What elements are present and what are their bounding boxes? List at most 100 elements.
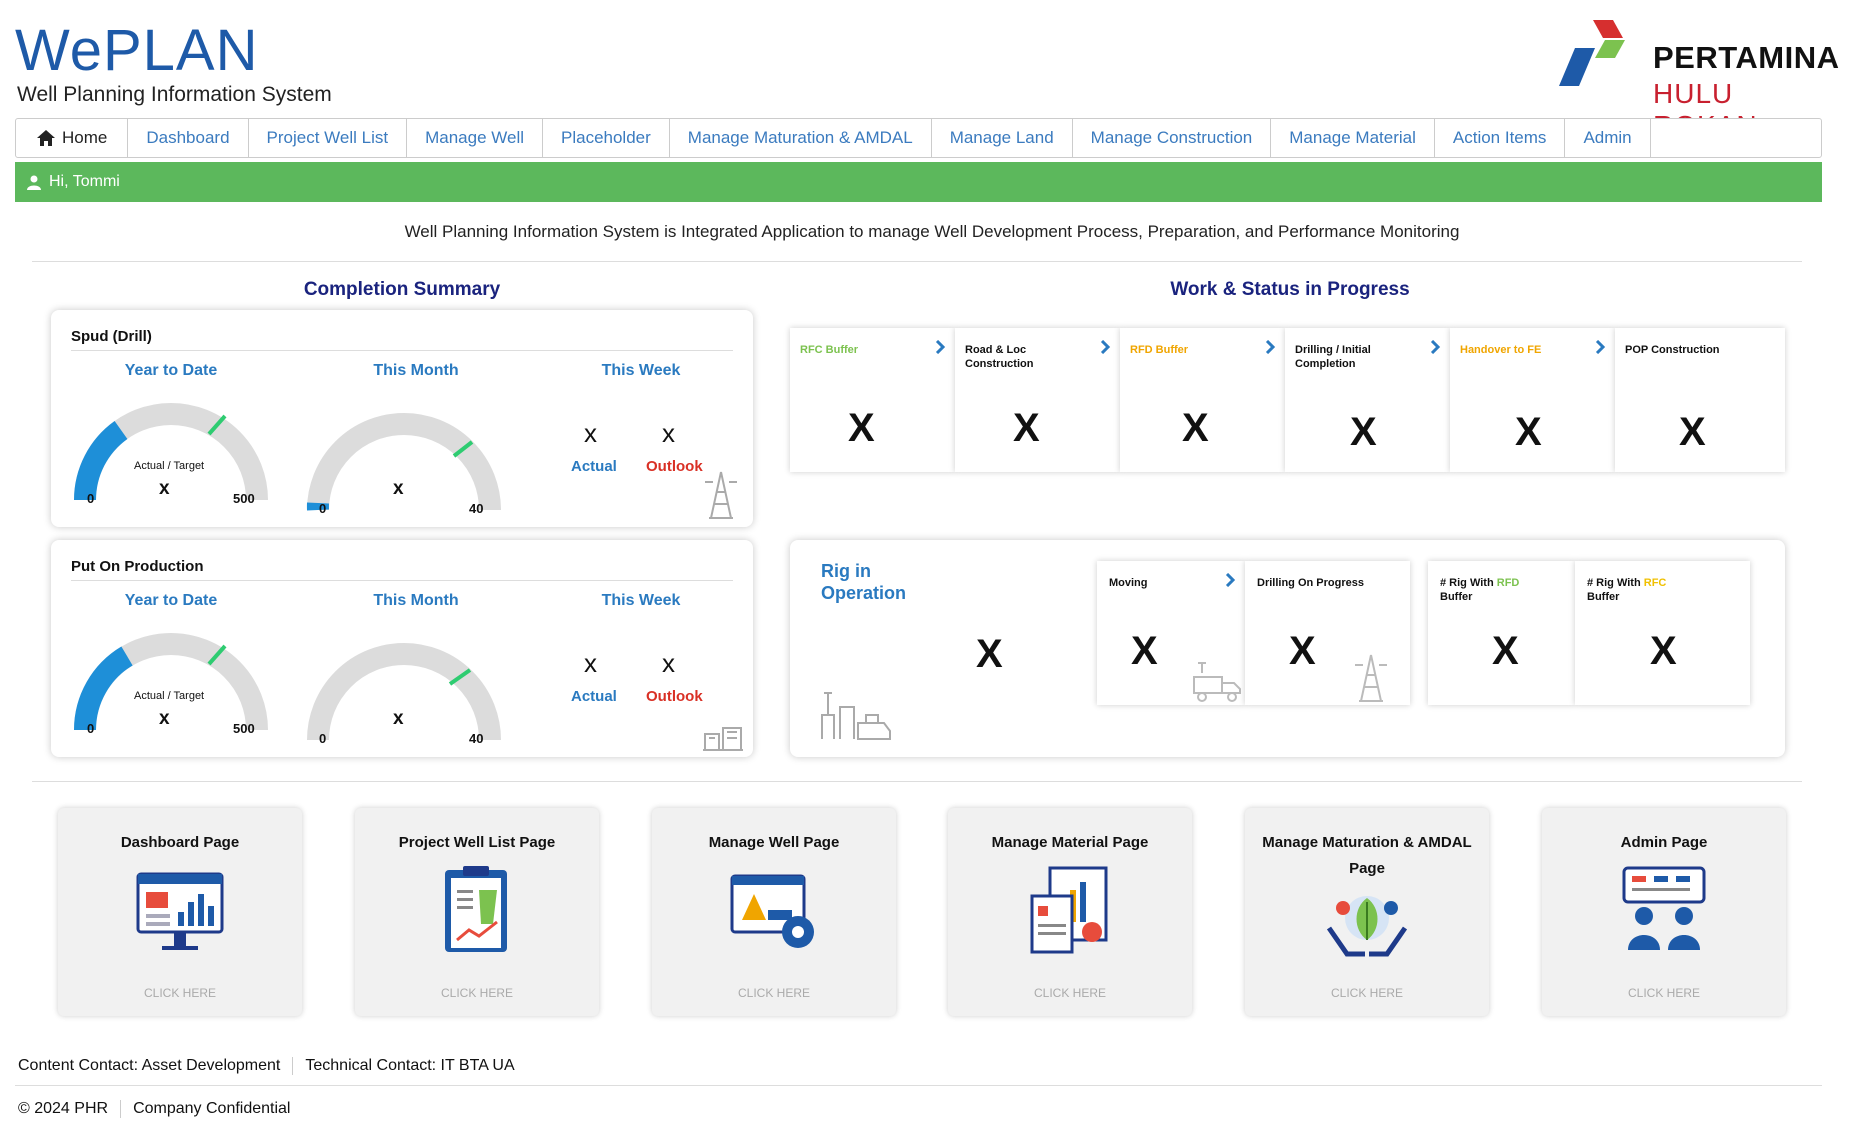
app-title: WePLAN xyxy=(15,18,259,83)
pop-month-label: This Month xyxy=(373,592,459,609)
rig-rfd-suffix: Buffer xyxy=(1440,591,1473,604)
chevron-right-icon[interactable] xyxy=(933,340,947,354)
pop-ytd-value: x xyxy=(159,708,170,729)
app-subtitle: Well Planning Information System xyxy=(17,83,332,106)
tile-manage-well-page[interactable]: Manage Well Page CLICK HERE xyxy=(652,808,896,1016)
tile-cta[interactable]: CLICK HERE xyxy=(1245,986,1489,1000)
nav-dashboard[interactable]: Dashboard xyxy=(128,119,249,157)
nav-manage-construction[interactable]: Manage Construction xyxy=(1073,119,1272,157)
wip-card-handover-to-fe[interactable]: Handover to FE X xyxy=(1450,328,1615,472)
wip-card-label: RFC Buffer xyxy=(800,344,859,356)
chevron-right-icon[interactable] xyxy=(1593,340,1607,354)
pop-week-label: This Week xyxy=(601,592,681,609)
spud-week-outlook: x xyxy=(662,418,675,448)
chevron-right-icon[interactable] xyxy=(1263,340,1277,354)
rig-rfc-tag: RFC xyxy=(1643,577,1667,589)
nav-home-label: Home xyxy=(62,128,108,147)
pop-month-max: 40 xyxy=(469,731,484,746)
nav-action-items[interactable]: Action Items xyxy=(1435,119,1566,157)
spud-card: Spud (Drill) Year to Date This Month Thi… xyxy=(51,310,753,527)
wip-card-label: Road & Loc Construction xyxy=(965,344,1034,371)
spud-month-label: This Month xyxy=(373,362,459,379)
pertamina-logo-icon xyxy=(1559,20,1625,86)
tile-dashboard-page[interactable]: Dashboard Page CLICK HERE xyxy=(58,808,302,1016)
footer-technical-contact: Technical Contact: IT BTA UA xyxy=(292,1057,515,1075)
spud-ytd-max: 500 xyxy=(233,491,255,506)
divider xyxy=(32,781,1802,782)
wip-card-pop-construction[interactable]: POP Construction X xyxy=(1615,328,1785,472)
footer-confidential: Company Confidential xyxy=(120,1100,290,1118)
pop-card: Put On Production Year to Date This Mont… xyxy=(51,540,753,757)
tile-admin-page[interactable]: Admin Page CLICK HERE xyxy=(1542,808,1786,1016)
rig-truck-icon xyxy=(821,692,891,740)
rig-card-label: Moving xyxy=(1109,577,1148,589)
pop-week-outlook: x xyxy=(662,648,675,678)
nav-manage-maturation-amdal[interactable]: Manage Maturation & AMDAL xyxy=(670,119,932,157)
spud-week-label: This Week xyxy=(601,362,681,379)
pop-ytd-caption: Actual / Target xyxy=(134,690,205,702)
greeting-text: Hi, Tommi xyxy=(49,173,120,190)
rig-in-operation-value: X xyxy=(976,632,1003,676)
tile-cta[interactable]: CLICK HERE xyxy=(652,986,896,1000)
nav-placeholder[interactable]: Placeholder xyxy=(543,119,670,157)
pop-title: Put On Production xyxy=(71,558,204,575)
nav-project-well-list[interactable]: Project Well List xyxy=(249,119,408,157)
tile-project-well-list-page[interactable]: Project Well List Page CLICK HERE xyxy=(355,808,599,1016)
wip-card-label: Drilling / Initial Completion xyxy=(1295,344,1371,371)
nav-manage-material[interactable]: Manage Material xyxy=(1271,119,1435,157)
chevron-right-icon[interactable] xyxy=(1098,340,1112,354)
nav-admin[interactable]: Admin xyxy=(1565,119,1651,157)
rig-card-label: # Rig With RFC Buffer xyxy=(1587,576,1666,605)
spud-outlook-label: Outlook xyxy=(646,458,703,475)
chevron-right-icon[interactable] xyxy=(1223,573,1237,587)
footer-content-contact: Content Contact: Asset Development xyxy=(18,1057,281,1074)
chevron-right-icon[interactable] xyxy=(1428,340,1442,354)
rig-card-rfc-buffer[interactable]: # Rig With RFC Buffer X xyxy=(1575,561,1750,705)
rig-card-label: # Rig With RFD Buffer xyxy=(1440,576,1519,605)
rig-card-rfd-buffer[interactable]: # Rig With RFD Buffer X xyxy=(1428,561,1575,705)
spud-title: Spud (Drill) xyxy=(71,328,152,345)
pop-actual-label: Actual xyxy=(571,688,617,705)
wip-card-rfd-buffer[interactable]: RFD Buffer X xyxy=(1120,328,1285,472)
wip-card-rfc-buffer[interactable]: RFC Buffer X xyxy=(790,328,955,472)
moving-truck-icon xyxy=(1193,662,1241,702)
hands-leaf-icon xyxy=(1326,896,1408,957)
tile-cta[interactable]: CLICK HERE xyxy=(58,986,302,1000)
rig-card-value: X xyxy=(1131,629,1158,673)
rig-rfd-prefix: # Rig With xyxy=(1440,577,1494,589)
spud-ytd-label: Year to Date xyxy=(124,362,218,379)
spud-ytd-caption: Actual / Target xyxy=(134,460,205,472)
nav-manage-well[interactable]: Manage Well xyxy=(407,119,543,157)
spud-ytd-min: 0 xyxy=(87,491,95,506)
wip-card-drilling-initial-completion[interactable]: Drilling / Initial Completion X xyxy=(1285,328,1450,472)
pop-ytd-min: 0 xyxy=(87,721,95,736)
spud-month-min: 0 xyxy=(319,501,327,516)
tile-manage-maturation-amdal-page[interactable]: Manage Maturation & AMDAL Page CLICK HER… xyxy=(1245,808,1489,1016)
rig-card-drilling-on-progress[interactable]: Drilling On Progress X xyxy=(1245,561,1410,705)
rig-rfd-tag: RFD xyxy=(1496,577,1520,589)
tile-title: Admin Page xyxy=(1620,834,1708,851)
pop-ytd-label: Year to Date xyxy=(124,592,218,609)
tile-manage-material-page[interactable]: Manage Material Page CLICK HERE xyxy=(948,808,1192,1016)
pop-ytd-max: 500 xyxy=(233,721,255,736)
admin-users-icon xyxy=(1622,866,1706,950)
main-nav: Home Dashboard Project Well List Manage … xyxy=(15,118,1822,158)
nav-home[interactable]: Home xyxy=(16,119,129,157)
material-report-icon xyxy=(1030,866,1108,954)
wip-card-value: X xyxy=(1515,410,1542,454)
nav-manage-land[interactable]: Manage Land xyxy=(932,119,1073,157)
footer-copyright: © 2024 PHR xyxy=(18,1100,109,1117)
tile-cta[interactable]: CLICK HERE xyxy=(948,986,1192,1000)
wip-card-value: X xyxy=(1679,410,1706,454)
pop-week-actual: x xyxy=(584,648,597,678)
rig-rfc-suffix: Buffer xyxy=(1587,591,1620,604)
footer-contacts: Content Contact: Asset Development Techn… xyxy=(18,1057,515,1075)
tile-cta[interactable]: CLICK HERE xyxy=(355,986,599,1000)
wip-card-road-loc-construction[interactable]: Road & Loc Construction X xyxy=(955,328,1120,472)
tile-cta[interactable]: CLICK HERE xyxy=(1542,986,1786,1000)
tile-title: Manage Well Page xyxy=(708,834,840,851)
rig-card-moving[interactable]: Moving X xyxy=(1097,561,1245,705)
clipboard-icon xyxy=(445,866,507,952)
spud-month-value: x xyxy=(393,478,404,499)
spud-week-actual: x xyxy=(584,418,597,448)
